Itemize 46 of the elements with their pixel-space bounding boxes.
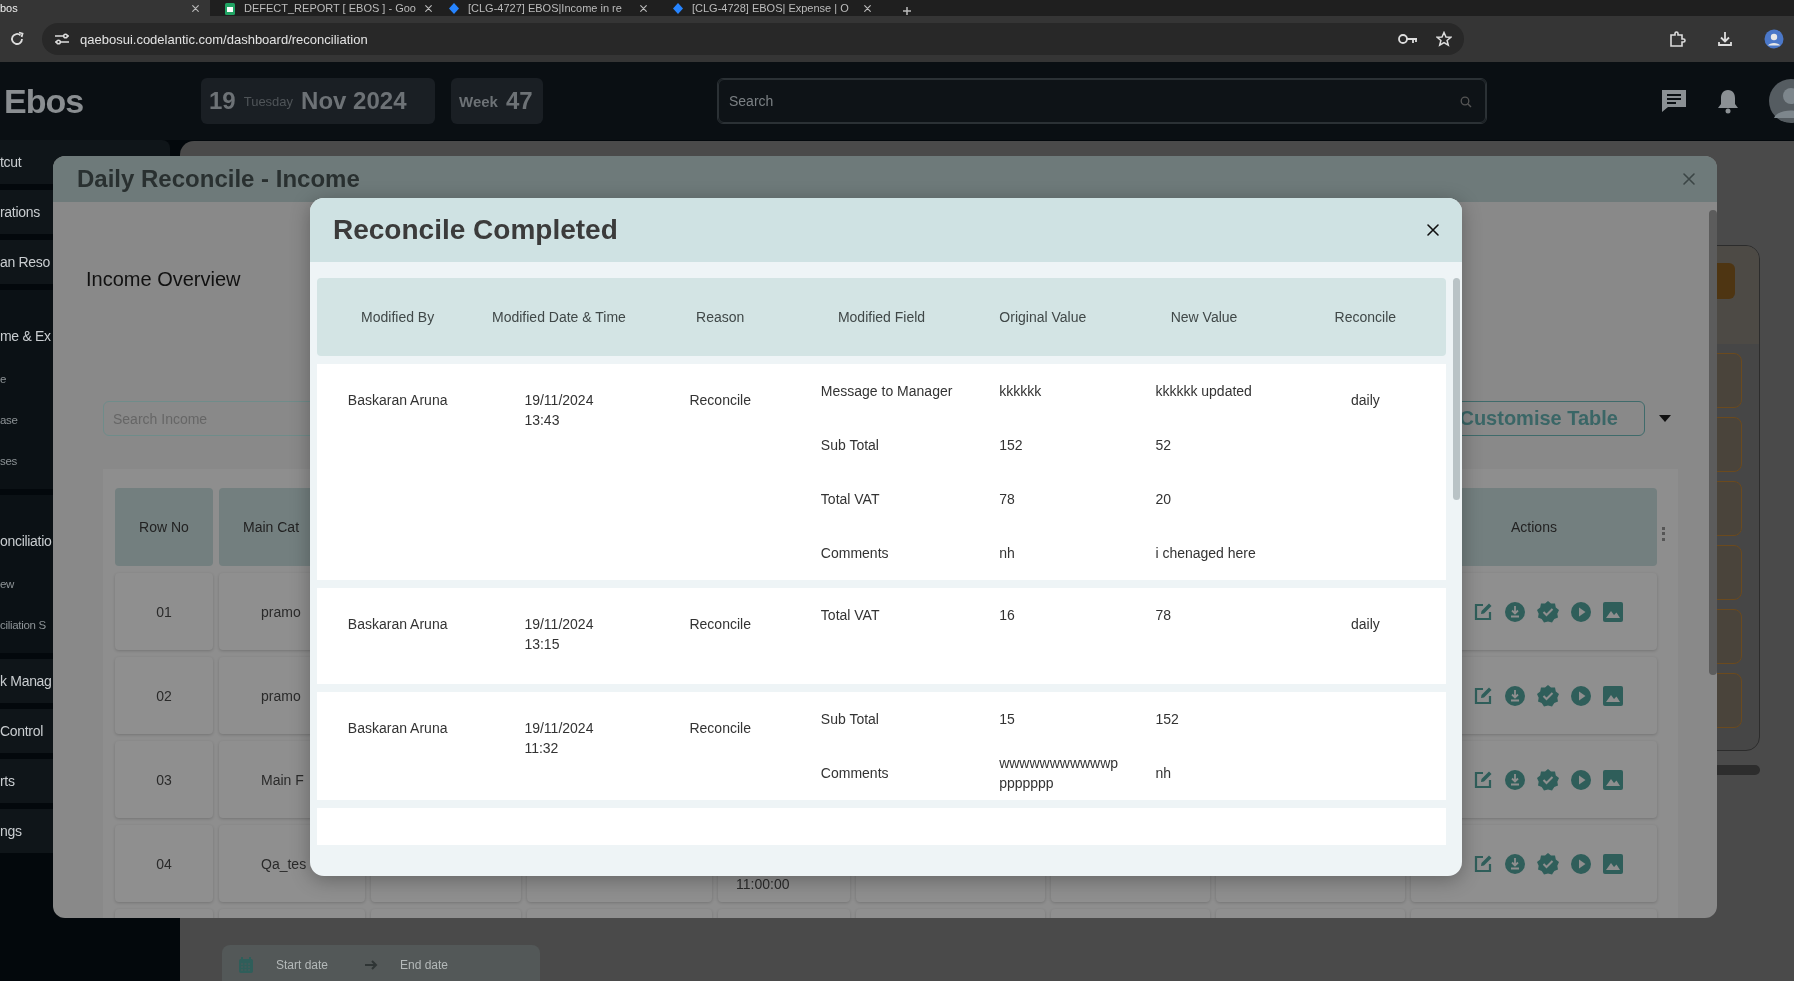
modal-title: Daily Reconcile - Income	[77, 165, 360, 193]
table-cell-text: Comments	[819, 544, 890, 563]
column-header: Modified Field	[836, 309, 927, 325]
modal-title: Reconcile Completed	[333, 214, 618, 246]
column-header: Row No	[115, 488, 213, 566]
table-cell-text: 52	[1154, 436, 1172, 455]
table-cell-text: Message to Manager	[819, 382, 954, 401]
table-cell-text: Reconcile	[688, 391, 752, 410]
table-cell: 02	[115, 657, 213, 734]
table-cell: 04	[115, 825, 213, 902]
table-cell-text: kkkkkk	[999, 382, 1043, 401]
section-title: Income Overview	[86, 267, 241, 291]
table-cell-text: 152	[999, 436, 1024, 455]
table-cell-text: 19/11/2024 13:43	[524, 391, 594, 430]
table-cell-text: Sub Total	[819, 710, 880, 729]
table-cell-text: i chenaged here	[1154, 544, 1257, 563]
table-cell-text: wwwwwwwwwwwpppppppp	[999, 754, 1120, 793]
week-display: Week 47	[451, 78, 543, 124]
table-cell-text: Reconcile	[688, 719, 752, 738]
column-header: Modified Date & Time	[491, 309, 627, 325]
table-cell-text: Reconcile	[688, 615, 752, 634]
column-header: New Value	[1169, 309, 1239, 325]
table-cell-text: kkkkkk updated	[1154, 382, 1253, 401]
table-cell-text: Total VAT	[819, 490, 881, 509]
table-cell: 03	[115, 741, 213, 818]
table-cell-text: 19/11/2024 11:32	[524, 719, 594, 758]
table-cell-text: 78	[999, 490, 1016, 509]
column-header: Reconcile	[1333, 309, 1398, 325]
table-cell-text: 19/11/2024 13:15	[524, 615, 594, 654]
table-cell-text: Sub Total	[819, 436, 880, 455]
table-cell-text: Total VAT	[819, 606, 881, 625]
table-cell-text: daily	[1349, 391, 1381, 410]
table-cell-text: Baskaran Aruna	[346, 391, 449, 410]
table-cell-text: 152	[1154, 710, 1180, 729]
table-cell-text: Comments	[819, 764, 890, 783]
column-header: Original Value	[998, 309, 1088, 325]
table-cell-text: 78	[1154, 606, 1172, 625]
table-cell-text: 16	[999, 606, 1016, 625]
column-header: Modified By	[360, 309, 436, 325]
table-cell-text: nh	[999, 544, 1016, 563]
table-cell-text: 15	[999, 710, 1016, 729]
table-cell-text: 20	[1154, 490, 1172, 509]
column-header: Reason	[695, 309, 746, 325]
table-cell-text: daily	[1349, 615, 1381, 634]
table-cell-text: nh	[1154, 764, 1172, 783]
table-cell: 01	[115, 573, 213, 650]
